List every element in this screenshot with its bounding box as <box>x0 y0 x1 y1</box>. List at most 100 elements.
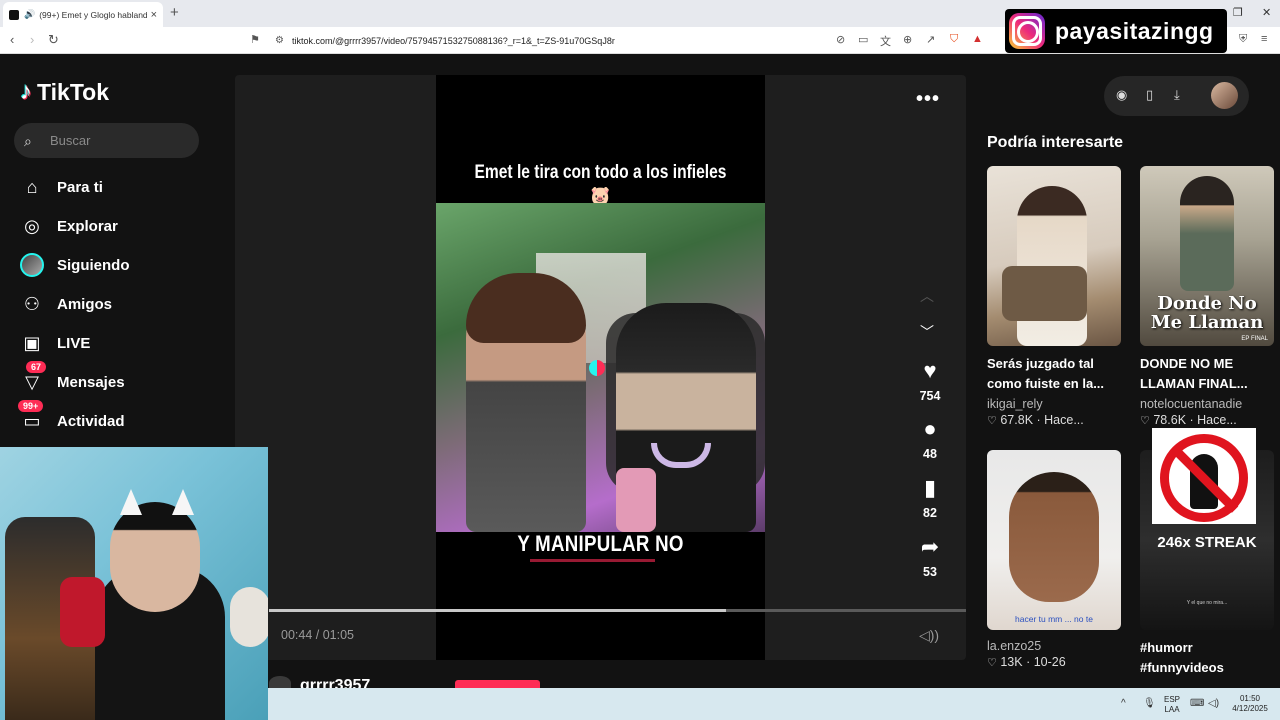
more-options-icon[interactable]: ••• <box>916 88 940 111</box>
video-title[interactable]: #humorr #funnyvideos <box>1140 638 1274 678</box>
nav-item-explorar[interactable]: ◎ Explorar <box>20 213 118 239</box>
profile-avatar[interactable] <box>1211 82 1238 109</box>
nav-item-siguiendo[interactable]: Siguiendo <box>20 252 130 278</box>
tiktok-note-icon: ♪ <box>20 78 32 105</box>
nav-item-para-ti[interactable]: ⌂ Para ti <box>20 174 103 200</box>
chevron-up-icon[interactable]: ^ <box>1121 698 1126 709</box>
next-video-icon[interactable]: ﹀ <box>920 322 934 342</box>
nav-label: Mensajes <box>57 373 125 391</box>
coins-icon[interactable]: ◉ <box>1116 87 1127 103</box>
nav-label: Explorar <box>57 217 118 235</box>
cat-ear-icon <box>120 489 142 515</box>
volume-icon[interactable]: ◁)) <box>919 627 939 644</box>
url-text: tiktok.com/@grrrr3957/video/757945715327… <box>291 35 615 46</box>
live-tv-icon: ▣ <box>23 332 41 353</box>
vpn-icon[interactable]: ⛨ <box>1239 33 1247 46</box>
instagram-overlay: payasitazingg <box>1005 9 1227 53</box>
heart-icon: ♥ <box>923 358 937 383</box>
download-icon[interactable]: ⤓ <box>1174 87 1180 103</box>
thumbnail-small-text: Y el que no mira... <box>1186 600 1228 606</box>
instagram-handle: payasitazingg <box>1055 17 1214 44</box>
browser-tab[interactable]: 🔊 (99+) Emet y Gloglo hablando × <box>3 2 163 27</box>
comment-button[interactable]: ● 48 <box>910 417 950 462</box>
nav-item-live[interactable]: ▣ LIVE <box>20 330 90 356</box>
taskbar: ^ 🎙 ESP LAA ⌨ ◁) 01:50 4/12/2025 <box>268 688 1280 720</box>
network-icon[interactable]: ⌨ <box>1190 698 1204 709</box>
inbox-icon: ▭ 99+ <box>18 400 44 433</box>
phone-icon[interactable]: ▯ <box>1146 87 1153 103</box>
site-settings-icon[interactable]: ⚙ <box>275 35 284 46</box>
video-thumbnail[interactable]: Donde No Me Llaman EP FINAL <box>1140 166 1274 346</box>
nav-label: LIVE <box>57 334 91 352</box>
video-thumbnail[interactable]: hacer tu mm ... no te <box>987 450 1121 630</box>
webcam-person-head <box>110 502 200 612</box>
cat-ear-icon <box>172 489 194 515</box>
reload-icon[interactable]: ↻ <box>48 32 59 48</box>
volume-tray-icon[interactable]: ◁) <box>1208 698 1219 709</box>
tiktok-favicon-icon <box>9 9 19 20</box>
video-date: Hace... <box>1044 413 1084 427</box>
language-indicator[interactable]: ESP LAA <box>1164 695 1180 715</box>
brave-shield-icon[interactable]: ⛉ <box>950 33 958 46</box>
translate-icon[interactable]: 文 <box>880 33 891 49</box>
video-thumbnail[interactable]: 246x STREAK Y el que no mira... <box>1140 428 1274 630</box>
share-button[interactable]: ➦ 53 <box>910 535 950 580</box>
video-subtitle: Y MANIPULAR NO <box>517 531 684 556</box>
friends-icon: ⚇ <box>23 293 41 314</box>
speaker-icon[interactable]: 🔊 <box>24 9 35 20</box>
thumbnail-text: 246x STREAK <box>1157 534 1257 551</box>
close-window-icon[interactable]: ✕ <box>1262 6 1271 19</box>
nav-item-actividad[interactable]: ▭ 99+ Actividad <box>18 400 125 434</box>
back-icon[interactable]: ‹ <box>10 32 14 47</box>
video-caption: Emet le tira con todo a los infieles 🐷 <box>474 162 727 207</box>
progress-bar[interactable] <box>269 609 966 612</box>
video-user[interactable]: la.enzo25 <box>987 639 1121 653</box>
extension-icon[interactable]: ⊘ <box>836 33 845 46</box>
progress-fill <box>269 609 726 612</box>
following-avatar <box>20 253 44 277</box>
webcam-microphone <box>60 577 105 647</box>
nav-label: Para ti <box>57 178 103 196</box>
video-user[interactable]: ikigai_rely <box>987 397 1121 411</box>
bookmark-icon[interactable]: ⚑ <box>250 33 260 46</box>
menu-icon[interactable]: ≡ <box>1261 33 1267 45</box>
search-box[interactable]: ⌕ <box>14 123 199 158</box>
clock[interactable]: 01:50 4/12/2025 <box>1228 694 1272 714</box>
nav-item-amigos[interactable]: ⚇ Amigos <box>20 291 112 317</box>
logo-text: TikTok <box>37 78 109 105</box>
thumbnail-badge: EP FINAL <box>1241 336 1268 342</box>
close-tab-icon[interactable]: × <box>151 9 157 21</box>
nav-label: Actividad <box>57 412 125 430</box>
tiktok-logo[interactable]: ♪ TikTok <box>20 78 109 106</box>
share-icon[interactable]: ↗ <box>926 33 935 46</box>
restore-window-icon[interactable]: ❐ <box>1233 6 1243 19</box>
search-input[interactable] <box>50 133 180 148</box>
recommended-video[interactable]: Serás juzgado tal como fuiste en la... i… <box>987 166 1121 427</box>
zoom-icon[interactable]: ⊕ <box>903 33 912 46</box>
new-tab-button[interactable]: + <box>170 4 179 21</box>
recommended-video[interactable]: hacer tu mm ... no te la.enzo25 ♡ 13K · … <box>987 450 1121 669</box>
thumbnail-sack <box>1002 266 1087 321</box>
video-thumbnail[interactable] <box>987 166 1121 346</box>
home-icon: ⌂ <box>26 176 38 197</box>
previous-video-icon[interactable]: ︿ <box>920 286 934 306</box>
video-user[interactable]: notelocuentanadie <box>1140 397 1274 411</box>
subtitle-underline <box>530 559 655 562</box>
video-title[interactable]: DONDE NO ME LLAMAN FINAL... <box>1140 354 1274 394</box>
video-likes: 67.8K <box>1000 413 1034 427</box>
recommended-video[interactable]: Donde No Me Llaman EP FINAL DONDE NO ME … <box>1140 166 1274 427</box>
lang-layout: LAA <box>1164 705 1180 714</box>
save-button[interactable]: ▮ 82 <box>910 475 950 521</box>
webcam-background <box>230 587 268 647</box>
bookmark-save-icon: ▮ <box>923 475 937 500</box>
video-title[interactable]: Serás juzgado tal como fuiste en la... <box>987 354 1121 394</box>
recommended-video[interactable]: 246x STREAK Y el que no mira... #humorr … <box>1140 428 1274 678</box>
mic-icon[interactable]: 🎙 <box>1143 698 1156 709</box>
follow-button[interactable] <box>455 680 540 688</box>
rewards-icon[interactable]: ▲ <box>972 33 983 45</box>
video-date: Hace... <box>1197 413 1237 427</box>
cast-icon[interactable]: ▭ <box>858 33 868 46</box>
like-button[interactable]: ♥ 754 <box>910 358 950 404</box>
nav-item-mensajes[interactable]: ▽ 67 Mensajes <box>20 361 125 395</box>
forward-icon[interactable]: › <box>30 32 34 47</box>
